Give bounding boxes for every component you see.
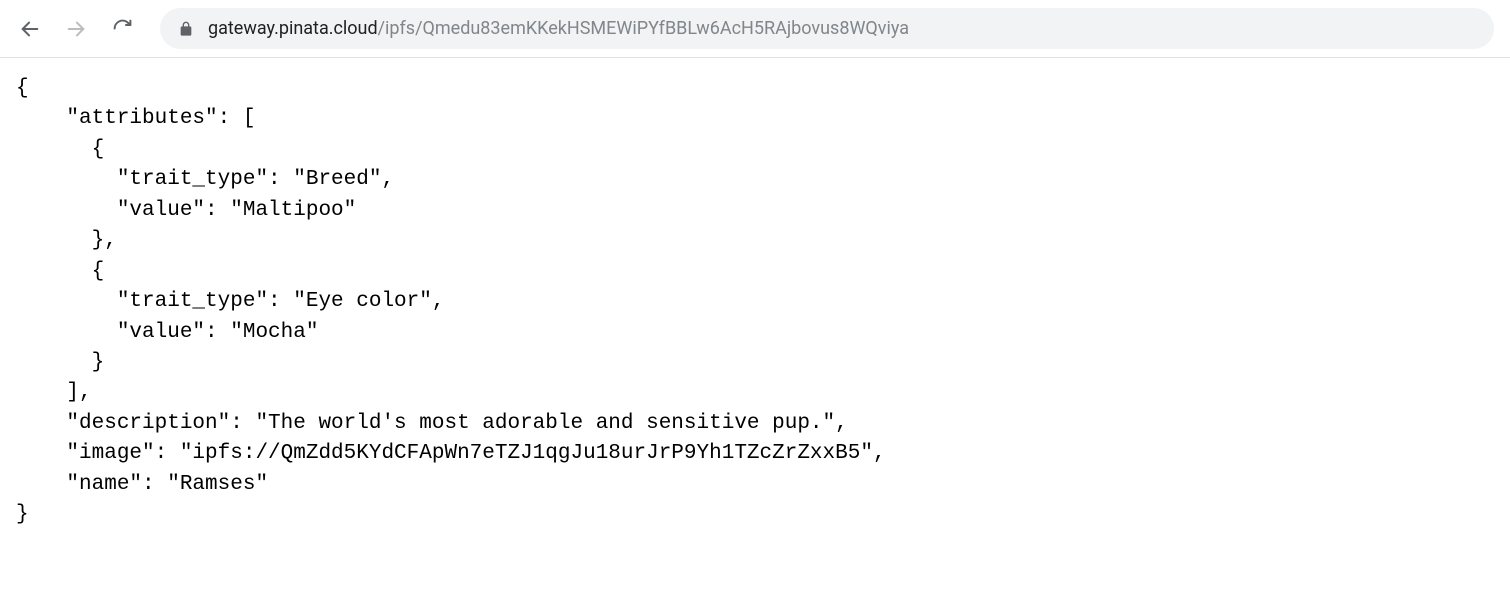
back-button[interactable] — [16, 15, 44, 43]
reload-button[interactable] — [108, 15, 136, 43]
back-icon — [19, 18, 41, 40]
address-bar[interactable]: gateway.pinata.cloud/ipfs/Qmedu83emKKekH… — [160, 8, 1494, 49]
forward-icon — [65, 18, 87, 40]
forward-button[interactable] — [62, 15, 90, 43]
browser-toolbar: gateway.pinata.cloud/ipfs/Qmedu83emKKekH… — [0, 0, 1510, 58]
reload-icon — [112, 18, 133, 39]
url-domain: gateway.pinata.cloud — [208, 18, 378, 39]
json-content: { "attributes": [ { "trait_type": "Breed… — [0, 58, 1510, 547]
lock-icon — [178, 21, 194, 37]
url-path: /ipfs/Qmedu83emKKekHSMEWiPYfBBLw6AcH5RAj… — [378, 18, 909, 39]
nav-buttons — [16, 15, 136, 43]
url-text: gateway.pinata.cloud/ipfs/Qmedu83emKKekH… — [208, 18, 909, 39]
